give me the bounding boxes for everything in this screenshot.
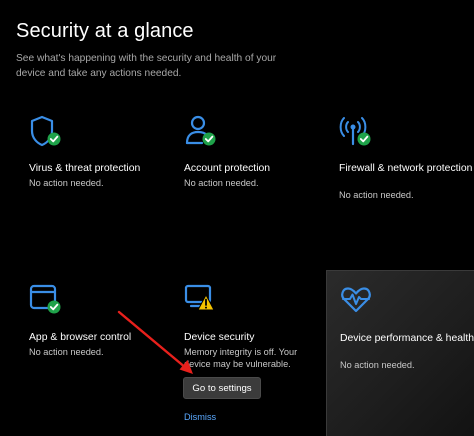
card-status: No action needed. [184, 178, 259, 188]
card-title: Virus & threat protection [29, 163, 141, 174]
card-status: No action needed. [339, 190, 414, 200]
card-status: No action needed. [29, 347, 104, 357]
device-performance-health-tile[interactable]: Device performance & health No action ne… [326, 270, 474, 436]
card-title: App & browser control [29, 332, 132, 343]
antenna-icon [339, 117, 371, 146]
firewall-network-protection-tile[interactable]: Firewall & network protection No action … [326, 102, 474, 262]
dismiss-link[interactable]: Dismiss [184, 412, 216, 422]
page-subtitle: See what's happening with the security a… [16, 53, 277, 79]
ok-check-icon [357, 132, 371, 146]
card-title: Account protection [184, 163, 271, 174]
card-status: No action needed. [29, 178, 104, 188]
page-title: Security at a glance [16, 20, 194, 42]
card-title: Device security [184, 332, 255, 343]
browser-window-icon [29, 284, 61, 314]
chip-icon [184, 284, 215, 311]
ok-check-icon [47, 300, 61, 314]
device-security-tile[interactable]: Device security Memory integrity is off.… [171, 270, 319, 435]
account-protection-tile[interactable]: Account protection No action needed. [171, 102, 319, 262]
heartbeat-icon [341, 287, 371, 313]
card-status: No action needed. [340, 360, 415, 370]
person-icon [185, 115, 216, 146]
app-browser-control-tile[interactable]: App & browser control No action needed. [16, 270, 164, 435]
virus-threat-protection-tile[interactable]: Virus & threat protection No action need… [16, 102, 164, 262]
shield-icon [30, 115, 61, 147]
ok-check-icon [202, 132, 216, 146]
card-status: Memory integrity is off. Your device may… [184, 347, 298, 369]
card-title: Device performance & health [340, 333, 474, 344]
card-title: Firewall & network protection [339, 163, 473, 174]
ok-check-icon [47, 132, 61, 146]
go-to-settings-button[interactable]: Go to settings [183, 377, 261, 399]
